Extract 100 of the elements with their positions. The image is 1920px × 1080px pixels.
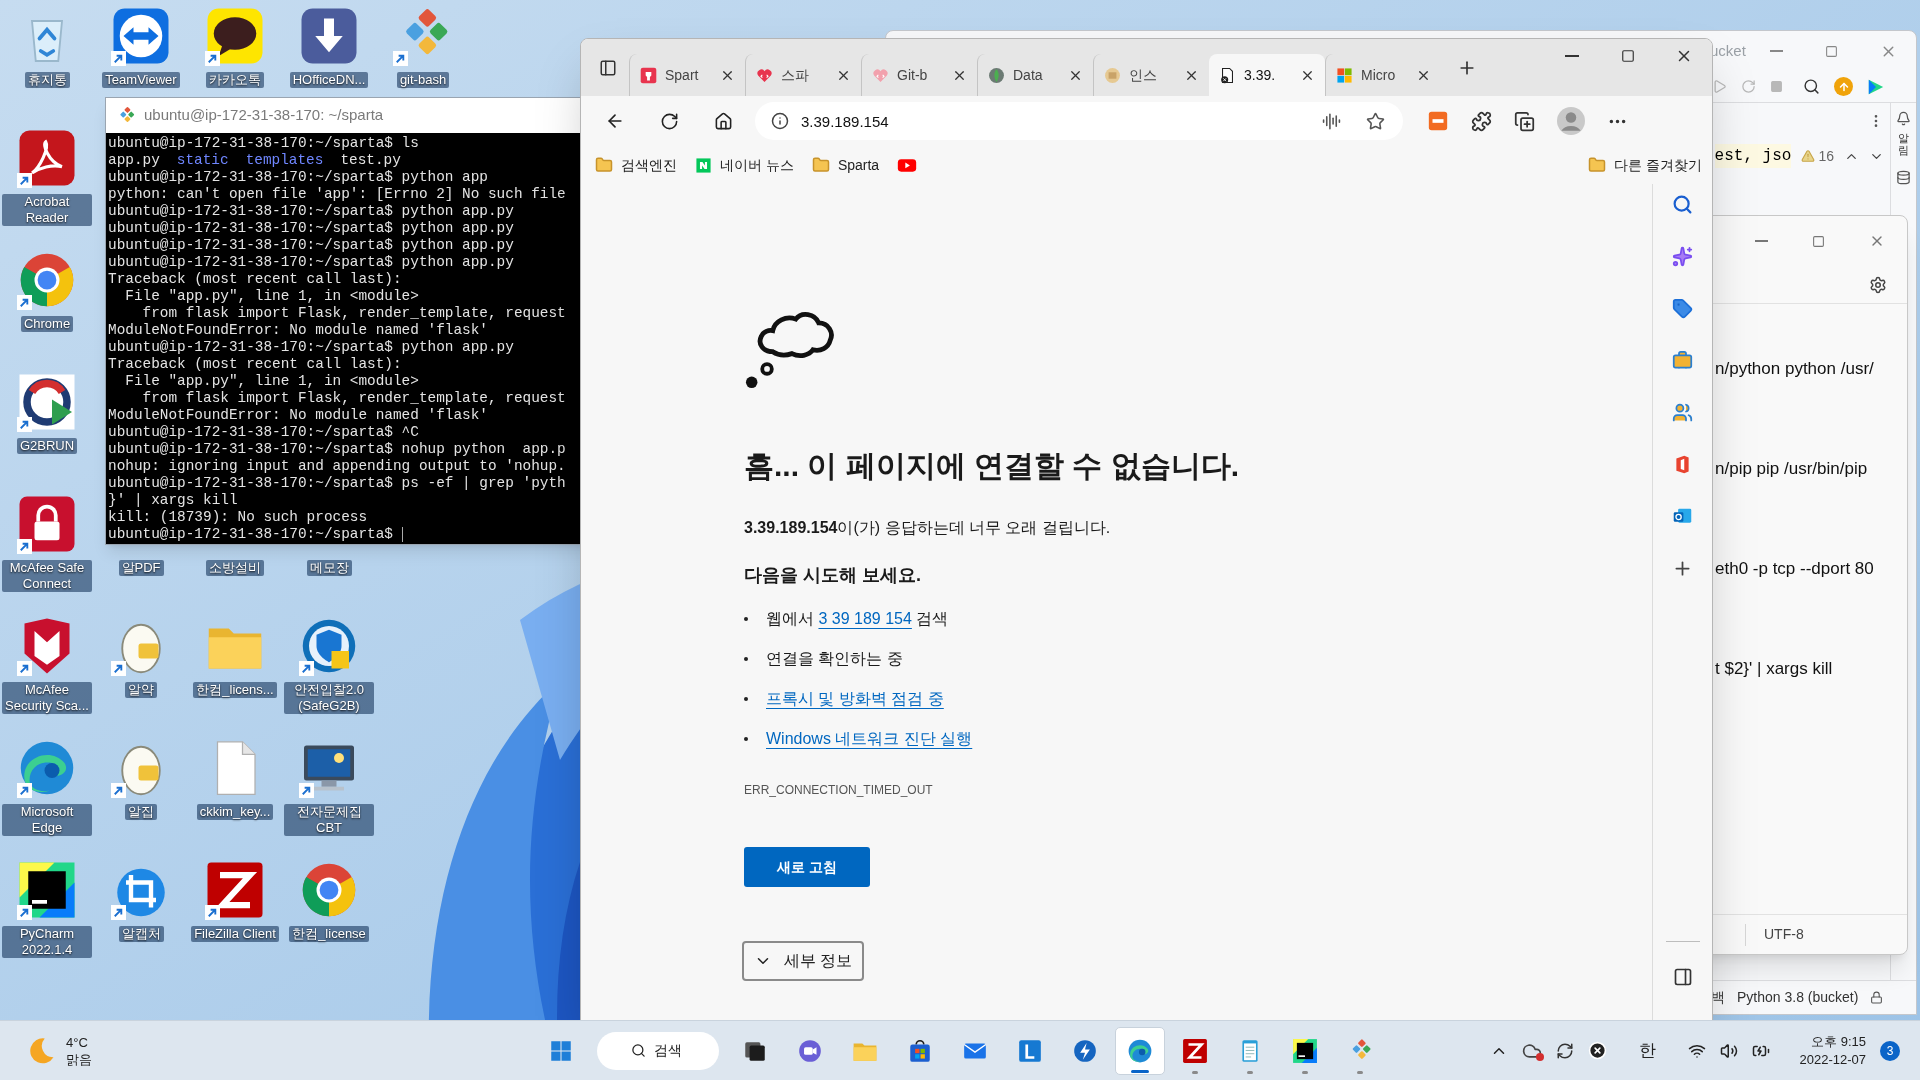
- terminal-line: File "app.py", line 1, in <module>: [124, 288, 419, 305]
- text-line: eth0 -p tcp --dport 80: [1715, 558, 1875, 581]
- bell-icon[interactable]: [1896, 111, 1911, 126]
- zigzag-logo-icon: [205, 860, 265, 920]
- browser-tab[interactable]: Git-b: [861, 54, 977, 96]
- terminal-line: ModuleNotFoundError: No module named 'flask': [108, 322, 488, 339]
- error-code: ERR_CONNECTION_TIMED_OUT: [744, 782, 933, 799]
- collections-icon[interactable]: [1514, 110, 1535, 132]
- text-line: t $2}' | xargs kill: [1715, 658, 1834, 681]
- suggestion-link[interactable]: Windows 네트워크 진단 실행: [766, 727, 973, 751]
- settings-icon[interactable]: [1869, 275, 1887, 294]
- desktop-shortcut[interactable]: McAfee Security Sca...: [2, 616, 92, 714]
- desktop-shortcut[interactable]: Acrobat Reader: [2, 128, 92, 226]
- desktop-shortcut[interactable]: G2BRUN: [2, 372, 92, 454]
- terminal-line: ubuntu@ip-172-31-38-170:~/sparta$ python app.py: [108, 237, 514, 254]
- terminal-line: kill: (18739): No such process: [108, 509, 368, 526]
- broken-page-icon: [1219, 66, 1236, 84]
- desktop-shortcut[interactable]: 알약: [96, 616, 186, 698]
- desktop-shortcut[interactable]: 전자문제집 CBT: [284, 738, 374, 836]
- terminal-line: ubuntu@ip-172-31-38-170:~/sparta$ ls: [108, 135, 419, 152]
- suggestions-heading: 다음을 시도해 보세요.: [744, 564, 921, 587]
- desktop-shortcut[interactable]: HOfficeDN...: [284, 6, 374, 88]
- people-icon[interactable]: [1672, 402, 1693, 423]
- search-field[interactable]: 검색: [596, 1031, 719, 1070]
- encoding-label[interactable]: UTF-8: [1764, 924, 1804, 945]
- minimize-icon[interactable]: [1769, 50, 1783, 52]
- star-icon[interactable]: [1366, 112, 1385, 131]
- desktop-shortcut[interactable]: git-bash: [378, 6, 468, 88]
- terminal-line: ubuntu@ip-172-31-38-170:~/sparta$ python app: [108, 169, 488, 186]
- sync-icon[interactable]: [1555, 1041, 1574, 1060]
- folder-icon: [595, 156, 613, 174]
- tag-icon[interactable]: [1672, 298, 1693, 319]
- terminal-line: File "app.py", line 1, in <module>: [124, 373, 419, 390]
- padlock-icon: [17, 494, 77, 554]
- leaf-logo-icon: [988, 66, 1005, 84]
- terminal-line: ubuntu@ip-172-31-38-170:~/sparta$ python app.py: [108, 220, 514, 237]
- database-icon[interactable]: [1896, 170, 1911, 186]
- terminal-line: ubuntu@ip-172-31-38-170:~/sparta$ python app.py: [108, 203, 514, 220]
- desktop-shortcut[interactable]: 휴지통: [2, 6, 92, 88]
- panel-icon[interactable]: [1672, 967, 1693, 987]
- triangle-logo-icon[interactable]: [1867, 77, 1885, 96]
- details-button[interactable]: 세부 정보: [742, 941, 865, 981]
- desktop-shortcut[interactable]: ckkim_key...: [190, 738, 280, 820]
- desktop-shortcut[interactable]: 알캡처: [96, 860, 186, 942]
- weather-condition: 맑음: [66, 1050, 92, 1068]
- desktop-shortcut[interactable]: 카카오톡: [190, 6, 280, 88]
- interpreter-label[interactable]: Python 3.8 (bucket): [1737, 987, 1859, 1008]
- terminal-line: ubuntu@ip-172-31-38-170:~/sparta$: [108, 526, 403, 543]
- sparkle-icon[interactable]: [1672, 246, 1693, 267]
- browser-tab[interactable]: 스파: [745, 54, 861, 96]
- suggestion-text: 연결을 확인하는 중: [766, 649, 903, 669]
- input-method-indicator[interactable]: 한: [1638, 1037, 1656, 1064]
- info-icon[interactable]: [771, 112, 789, 130]
- desktop-shortcut[interactable]: 한컴_license: [284, 860, 374, 942]
- terminal-line: ModuleNotFoundError: No module named 'flask': [108, 407, 488, 424]
- maximize-icon[interactable]: [1824, 44, 1838, 58]
- search-icon[interactable]: [1803, 78, 1820, 95]
- search-icon[interactable]: [1672, 194, 1693, 215]
- desktop-shortcut[interactable]: 안전입찰2.0 (SafeG2B): [284, 616, 374, 714]
- lock-icon[interactable]: [1870, 991, 1884, 1004]
- profile-avatar-icon[interactable]: [1557, 107, 1585, 135]
- browser-tab[interactable]: 3.39.: [1209, 54, 1325, 96]
- terminal-line: ubuntu@ip-172-31-38-170:~/sparta$ python app.py: [108, 254, 514, 271]
- refresh-button[interactable]: 새로 고침: [744, 847, 870, 887]
- volume-icon[interactable]: [1719, 1041, 1738, 1060]
- tool-window-label[interactable]: 알림: [1898, 132, 1909, 157]
- bookmark[interactable]: 검색엔진: [595, 151, 677, 179]
- bookmark[interactable]: 다른 즐겨찾기: [1588, 151, 1702, 179]
- extension-badge-icon: [1427, 110, 1449, 132]
- four-squares-icon: [1336, 66, 1353, 84]
- browser-tab[interactable]: Data: [977, 54, 1093, 96]
- window-title: ubuntu@ip-172-31-38-170: ~/sparta: [144, 105, 384, 126]
- maximize-icon[interactable]: [1812, 234, 1825, 248]
- browser-tab[interactable]: Spart: [629, 54, 745, 96]
- desktop-shortcut[interactable]: 알집: [96, 738, 186, 820]
- desktop-shortcut[interactable]: TeamViewer: [96, 6, 186, 88]
- bookmark[interactable]: Sparta: [811, 151, 880, 179]
- notification-badge[interactable]: 3: [1880, 1040, 1900, 1061]
- puzzle-icon[interactable]: [1471, 110, 1492, 132]
- toolbox-icon[interactable]: [1672, 350, 1693, 371]
- desktop-shortcut[interactable]: FileZilla Client: [190, 860, 280, 942]
- desktop-shortcut[interactable]: Microsoft Edge: [2, 738, 92, 836]
- browser-tab[interactable]: Micro: [1325, 54, 1441, 96]
- clock[interactable]: 오후 9:15 2022-12-07: [1799, 1032, 1866, 1069]
- corner-tile-icon: [1016, 1037, 1043, 1064]
- desktop-shortcut[interactable]: 한컴_licens...: [190, 616, 280, 698]
- desktop-shortcut[interactable]: McAfee Safe Connect: [2, 494, 92, 592]
- minimize-icon: [1565, 55, 1579, 57]
- suggestion-link[interactable]: 프록시 및 방화벽 점검 중: [766, 687, 944, 711]
- text-line: n/pip pip /usr/bin/pip: [1715, 458, 1869, 481]
- desktop-shortcut[interactable]: PyCharm 2022.1.4: [2, 860, 92, 958]
- audio-lines-icon[interactable]: [1322, 112, 1341, 131]
- search-link[interactable]: 3 39 189 154: [818, 610, 912, 627]
- desktop-shortcut[interactable]: Chrome: [2, 250, 92, 332]
- folder-icon: [1588, 156, 1607, 174]
- square-logo-icon: [17, 860, 77, 920]
- zigzag-logo-icon: [1181, 1037, 1208, 1064]
- bookmark[interactable]: 네이버 뉴스: [695, 151, 794, 179]
- close-circle-icon[interactable]: [1587, 1041, 1607, 1060]
- address-field[interactable]: 3.39.189.154: [755, 102, 1403, 140]
